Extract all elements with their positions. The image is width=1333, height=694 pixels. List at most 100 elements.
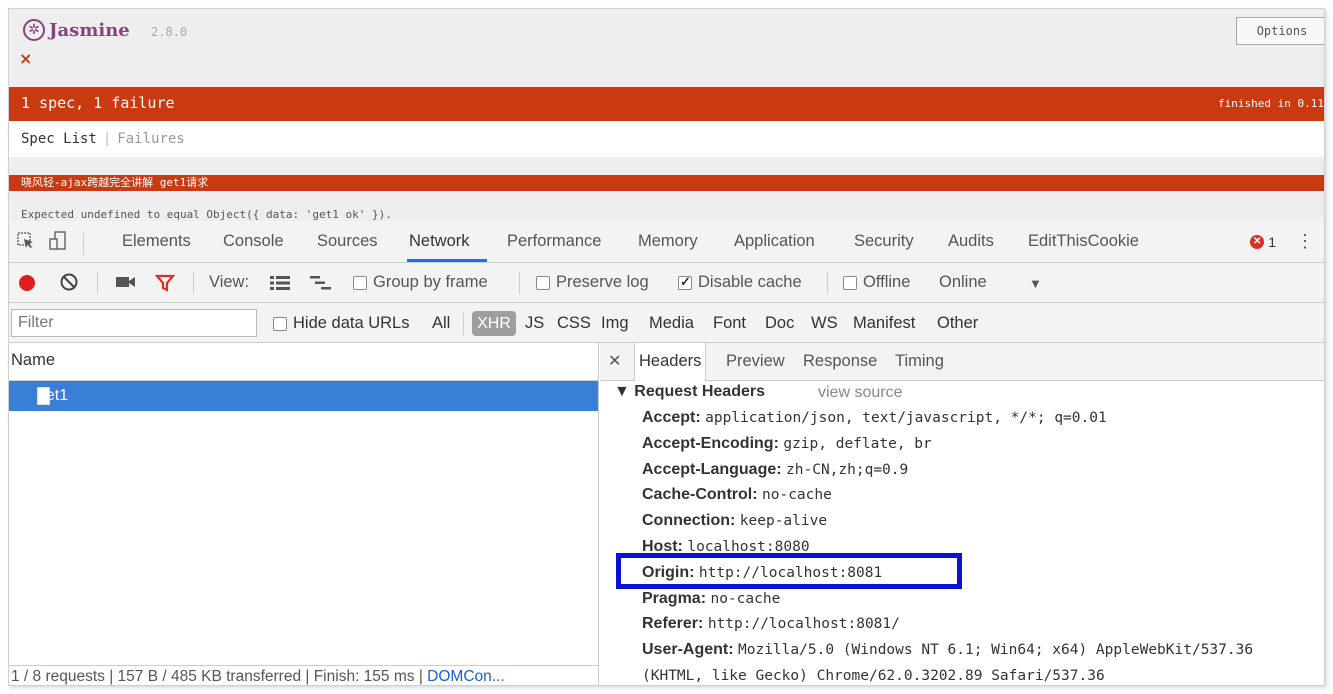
domcontentloaded-link[interactable]: DOMCon... [427, 668, 505, 685]
header-row: Referer: http://localhost:8081/ [642, 615, 1253, 641]
kebab-menu-icon[interactable]: ⋮ [1296, 231, 1314, 252]
jasmine-header: ✲ Jasmine 2.8.0 × Options [9, 9, 1324, 87]
device-icon[interactable] [49, 231, 69, 256]
record-icon [19, 275, 35, 291]
header-row: Accept: application/json, text/javascrip… [642, 409, 1253, 435]
header-row: Cache-Control: no-cache [642, 486, 1253, 512]
preserve-log-label: Preserve log [556, 273, 649, 291]
tab-network[interactable]: Network [409, 232, 470, 251]
checkbox-icon [843, 275, 857, 290]
tab-response[interactable]: Response [803, 352, 877, 371]
disable-cache-label: Disable cache [698, 273, 802, 291]
record-button[interactable] [19, 275, 35, 291]
spec-list-link[interactable]: Spec List [21, 131, 97, 147]
tab-preview[interactable]: Preview [726, 352, 785, 371]
tab-elements[interactable]: Elements [122, 232, 191, 251]
active-tab-indicator [407, 259, 487, 262]
request-name: get1 [37, 387, 69, 404]
request-detail-panel: ✕ Headers Preview Response Timing ▼ Requ… [600, 343, 1324, 685]
clear-button[interactable] [59, 272, 79, 292]
tab-console[interactable]: Console [223, 232, 284, 251]
header-key: Referer: [642, 615, 704, 633]
jasmine-spacer [9, 157, 1324, 175]
tab-security[interactable]: Security [854, 232, 914, 251]
request-row[interactable]: get1 [9, 381, 598, 411]
request-headers-toggle[interactable]: ▼ Request Headers [614, 383, 765, 401]
checkbox-checked-icon [678, 274, 692, 290]
throttling-select[interactable]: Online [939, 273, 987, 292]
type-filter-media[interactable]: Media [649, 314, 694, 333]
overview-icon[interactable] [309, 275, 333, 291]
run-duration: finished in 0.11 [1218, 97, 1324, 110]
failure-message-text: Expected undefined to equal Object({ dat… [21, 208, 392, 221]
error-counter[interactable]: ✕ 1 [1250, 234, 1276, 250]
header-key: Accept: [642, 409, 701, 426]
devtools-panel: Elements Console Sources Network Perform… [9, 221, 1324, 685]
toolbar-divider [193, 272, 194, 294]
type-filter-doc[interactable]: Doc [765, 314, 794, 333]
type-filter-manifest[interactable]: Manifest [853, 314, 915, 333]
header-value: keep-alive [739, 513, 828, 530]
header-row-continuation: (KHTML, like Gecko) Chrome/62.0.3202.89 … [642, 667, 1253, 685]
tab-headers[interactable]: Headers [634, 343, 707, 382]
tab-audits[interactable]: Audits [948, 232, 994, 251]
throttling-value: Online [939, 273, 987, 291]
filter-toggle-button[interactable] [155, 273, 175, 293]
preserve-log-checkbox[interactable]: Preserve log [536, 273, 649, 292]
failed-spec-title[interactable]: 晓风轻-ajax跨越完全讲解 get1请求 [9, 175, 1324, 191]
tab-application[interactable]: Application [734, 232, 815, 251]
type-filter-font[interactable]: Font [713, 314, 746, 333]
devtools-tabbar: Elements Console Sources Network Perform… [9, 221, 1324, 263]
header-key: User-Agent: [642, 641, 734, 659]
dropdown-icon[interactable]: ▼ [1029, 276, 1042, 291]
request-headers-list: Accept: application/json, text/javascrip… [642, 409, 1254, 685]
network-status-bar: 1 / 8 requests | 157 B / 485 KB transfer… [9, 665, 598, 685]
filter-input[interactable] [11, 309, 257, 337]
tab-editthiscookie[interactable]: EditThisCookie [1028, 232, 1139, 251]
offline-label: Offline [863, 273, 911, 291]
header-value: gzip, deflate, br [783, 435, 932, 452]
type-filter-all[interactable]: All [432, 314, 450, 333]
type-filter-css[interactable]: CSS [557, 314, 591, 333]
view-source-link[interactable]: view source [818, 384, 902, 402]
options-button[interactable]: Options [1236, 17, 1324, 45]
header-value: Mozilla/5.0 (Windows NT 6.1; Win64; x64)… [738, 642, 1254, 659]
tab-performance[interactable]: Performance [507, 232, 601, 251]
clear-icon [60, 273, 78, 291]
name-column-header[interactable]: Name [9, 343, 598, 381]
type-filter-other[interactable]: Other [937, 314, 978, 333]
close-icon[interactable]: × [19, 49, 32, 68]
type-filter-js[interactable]: JS [525, 314, 544, 333]
header-value: http://localhost:8081 [698, 564, 883, 581]
detail-tabbar: ✕ Headers Preview Response Timing [600, 343, 1324, 382]
offline-checkbox[interactable]: Offline [843, 273, 910, 292]
type-filter-img[interactable]: Img [601, 314, 629, 333]
tab-sources[interactable]: Sources [317, 232, 378, 251]
header-key: Host: [642, 537, 683, 555]
type-filter-xhr[interactable]: XHR [472, 311, 516, 336]
disable-cache-checkbox[interactable]: Disable cache [678, 273, 802, 292]
inspect-icon[interactable] [17, 232, 35, 255]
hide-data-urls-checkbox[interactable]: Hide data URLs [273, 314, 409, 333]
type-filter-ws[interactable]: WS [811, 314, 838, 333]
jasmine-summary-bar: 1 spec, 1 failure finished in 0.11 [9, 87, 1324, 121]
group-by-frame-checkbox[interactable]: Group by frame [353, 273, 488, 292]
jasmine-logo: ✲ Jasmine [23, 19, 130, 41]
tab-memory[interactable]: Memory [638, 232, 698, 251]
tab-timing[interactable]: Timing [895, 352, 944, 371]
jasmine-logo-icon: ✲ [23, 19, 45, 41]
failures-link[interactable]: Failures [117, 131, 184, 147]
header-key: Accept-Encoding: [642, 434, 779, 452]
group-by-frame-label: Group by frame [373, 273, 488, 291]
error-count: 1 [1268, 234, 1276, 250]
header-value: zh-CN,zh;q=0.9 [786, 461, 909, 478]
toolbar-divider [463, 313, 464, 335]
large-rows-icon[interactable] [269, 275, 291, 291]
jasmine-menu: Spec List | Failures [9, 121, 1324, 157]
checkbox-icon [273, 316, 287, 331]
toolbar-divider [519, 272, 520, 294]
header-value: no-cache [710, 590, 781, 607]
close-icon[interactable]: ✕ [608, 351, 621, 371]
capture-screenshots-button[interactable] [115, 274, 137, 290]
toolbar-divider [97, 272, 98, 294]
